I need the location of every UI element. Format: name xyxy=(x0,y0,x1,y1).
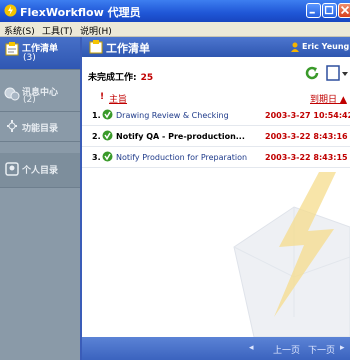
sidebar: 工作清单 (3) 讯息中心 (2) 功能目录 个人目录 xyxy=(0,37,80,360)
minimize-button[interactable] xyxy=(306,3,321,18)
window-title: FlexWorkflow 代理员 xyxy=(20,6,141,19)
pending-summary: 未完成工作: 25 xyxy=(88,70,153,83)
pending-label: 未完成工作: xyxy=(88,73,137,83)
panel-header: 工作清单 Eric Yeung xyxy=(82,37,350,57)
close-button[interactable] xyxy=(338,3,350,18)
pending-count: 25 xyxy=(140,73,154,83)
next-page-link[interactable]: 下一页 xyxy=(308,343,335,356)
table-header: ! 主旨 到期日 ▲ xyxy=(82,90,350,105)
sidebar-item-worklist[interactable]: 工作清单 (3) xyxy=(0,37,80,70)
worklist-icon xyxy=(5,42,19,56)
chevron-down-icon[interactable] xyxy=(342,71,348,77)
prev-page-link[interactable]: 上一页 xyxy=(273,343,300,356)
row-subject: Notify Production for Preparation xyxy=(116,153,248,162)
row-number: 2. xyxy=(92,132,101,141)
sidebar-item-functions[interactable]: 功能目录 xyxy=(0,111,80,142)
menu-tools[interactable]: 工具(T) xyxy=(42,24,73,37)
refresh-icon[interactable] xyxy=(304,65,320,81)
row-number: 3. xyxy=(92,153,101,162)
maximize-button[interactable] xyxy=(322,3,337,18)
row-due-date: 2003-3-22 8:43:16 xyxy=(265,132,348,141)
row-subject: Drawing Review & Checking xyxy=(116,111,229,120)
sidebar-item-personal[interactable]: 个人目录 xyxy=(0,153,80,188)
personal-directory-icon xyxy=(5,162,19,176)
document-icon[interactable] xyxy=(326,65,340,81)
row-due-date: 2003-3-27 10:54:42 xyxy=(265,111,350,120)
sidebar-item-label: 功能目录 xyxy=(22,124,59,134)
user-icon xyxy=(291,42,299,52)
message-center-icon xyxy=(4,87,20,101)
menu-help[interactable]: 说明(H) xyxy=(80,24,112,37)
user-name: Eric Yeung xyxy=(302,42,350,51)
table-row[interactable]: 2. Notify QA - Pre-production... 2003-3-… xyxy=(82,126,350,147)
app-logo-icon xyxy=(4,4,17,17)
title-bar: FlexWorkflow 代理员 xyxy=(0,0,350,22)
sidebar-item-label: 个人目录 xyxy=(22,166,59,176)
row-number: 1. xyxy=(92,111,101,120)
table-row[interactable]: 1. Drawing Review & Checking 2003-3-27 1… xyxy=(82,105,350,126)
row-due-date: 2003-3-22 8:43:15 xyxy=(265,153,348,162)
priority-column-header[interactable]: ! xyxy=(100,92,104,102)
task-icon xyxy=(102,130,113,141)
function-directory-icon xyxy=(7,120,17,132)
table-row[interactable]: 3. Notify Production for Preparation 200… xyxy=(82,147,350,168)
sidebar-item-count: (2) xyxy=(23,95,36,105)
lightning-watermark-icon xyxy=(233,172,350,337)
sidebar-item-messages[interactable]: 讯息中心 (2) xyxy=(0,81,80,112)
worklist-icon xyxy=(89,40,103,54)
menu-bar: 系统(S) 工具(T) 说明(H) xyxy=(0,22,350,37)
pager-forward-icon[interactable]: ▸ xyxy=(340,343,345,353)
subject-column-header[interactable]: 主旨 xyxy=(109,92,127,105)
sidebar-item-count: (3) xyxy=(23,53,36,63)
maximize-icon xyxy=(324,5,334,15)
pager-bar: ◂ 上一页 下一页 ▸ xyxy=(82,337,350,360)
minimize-icon xyxy=(309,11,315,14)
due-date-column-header[interactable]: 到期日 ▲ xyxy=(310,92,347,105)
task-icon xyxy=(102,109,113,120)
pager-back-icon[interactable]: ◂ xyxy=(249,343,254,353)
task-icon xyxy=(102,151,113,162)
row-subject: Notify QA - Pre-production... xyxy=(116,132,245,141)
worklist-panel: 工作清单 Eric Yeung 未完成工作: 25 ! 主旨 到期日 ▲ 1. D… xyxy=(82,37,350,337)
menu-system[interactable]: 系统(S) xyxy=(4,24,35,37)
page-title: 工作清单 xyxy=(106,42,150,55)
close-icon xyxy=(340,6,350,15)
